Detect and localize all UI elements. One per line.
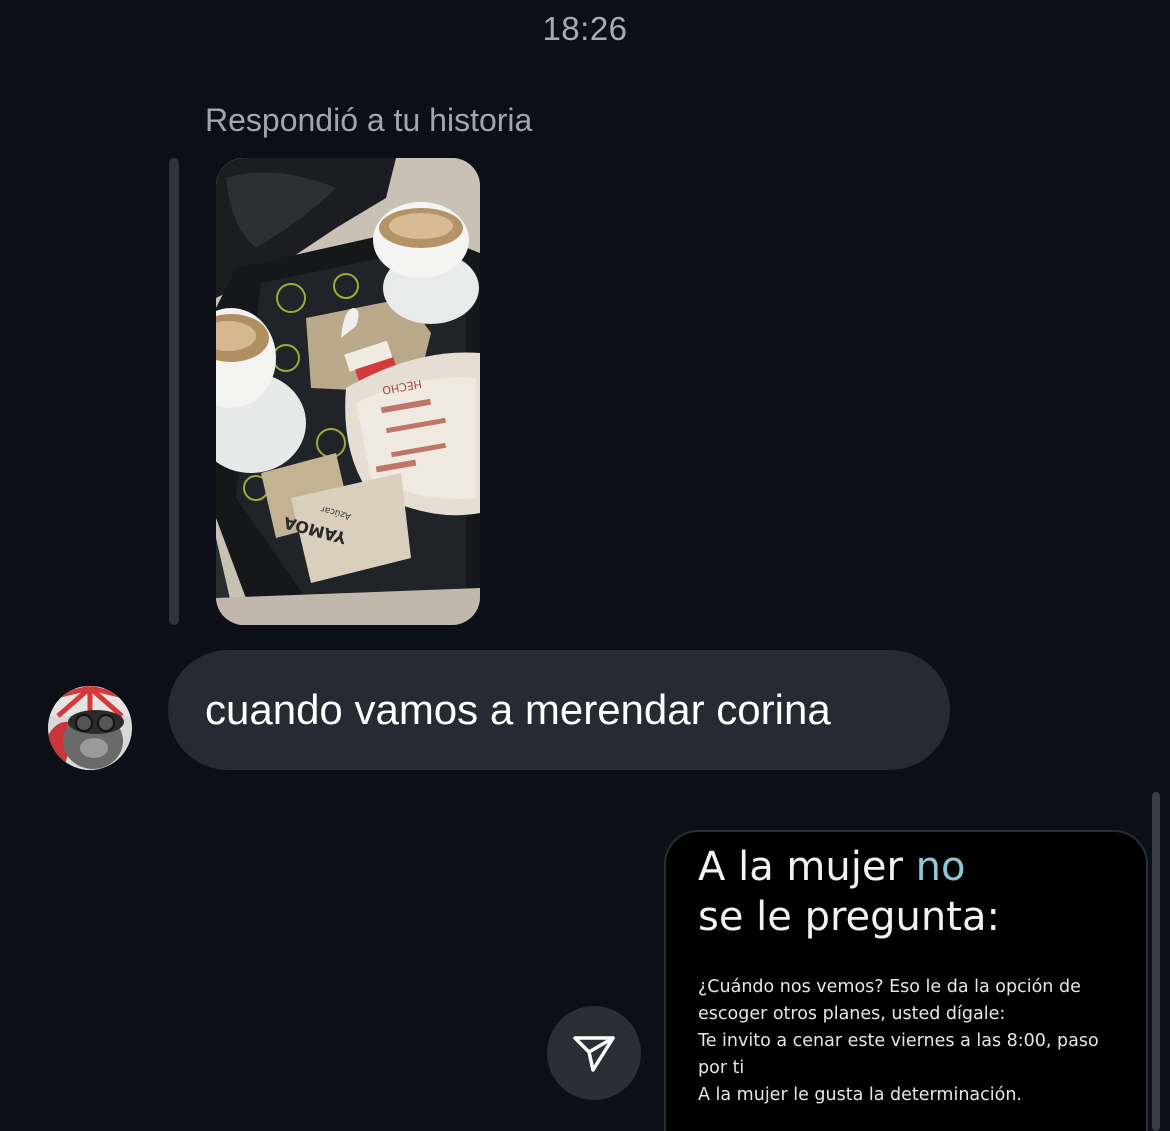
title-part-1: A la mujer (698, 844, 916, 890)
body-line: por ti (698, 1058, 745, 1078)
message-text: cuando vamos a merendar corina (205, 686, 831, 733)
body-line: ¿Cuándo nos vemos? Eso le da la opción d… (698, 977, 1081, 997)
scrollbar[interactable] (1152, 792, 1160, 1131)
story-thumbnail[interactable]: HECHO YAMOA Azúcar (216, 158, 480, 625)
title-accent: no (915, 844, 966, 890)
shared-post-body: ¿Cuándo nos vemos? Eso le da la opción d… (698, 974, 1128, 1109)
reply-quote-bar (169, 158, 179, 625)
send-icon (573, 1036, 615, 1072)
title-line-2: se le pregunta: (698, 894, 1000, 940)
body-line: escoger otros planes, usted dígale: (698, 1004, 1006, 1024)
story-reply-label: Respondió a tu historia (205, 102, 533, 138)
share-button[interactable] (547, 1006, 641, 1100)
shared-post-card[interactable]: A la mujer no se le pregunta: ¿Cuándo no… (664, 830, 1148, 1131)
body-line: Te invito a cenar este viernes a las 8:0… (698, 1031, 1099, 1051)
body-line: A la mujer le gusta la determinación. (698, 1085, 1022, 1105)
shared-post-title: A la mujer no se le pregunta: (698, 842, 1146, 942)
avatar[interactable] (48, 686, 132, 770)
message-timestamp: 18:26 (542, 10, 628, 47)
message-bubble[interactable]: cuando vamos a merendar corina (168, 650, 950, 770)
